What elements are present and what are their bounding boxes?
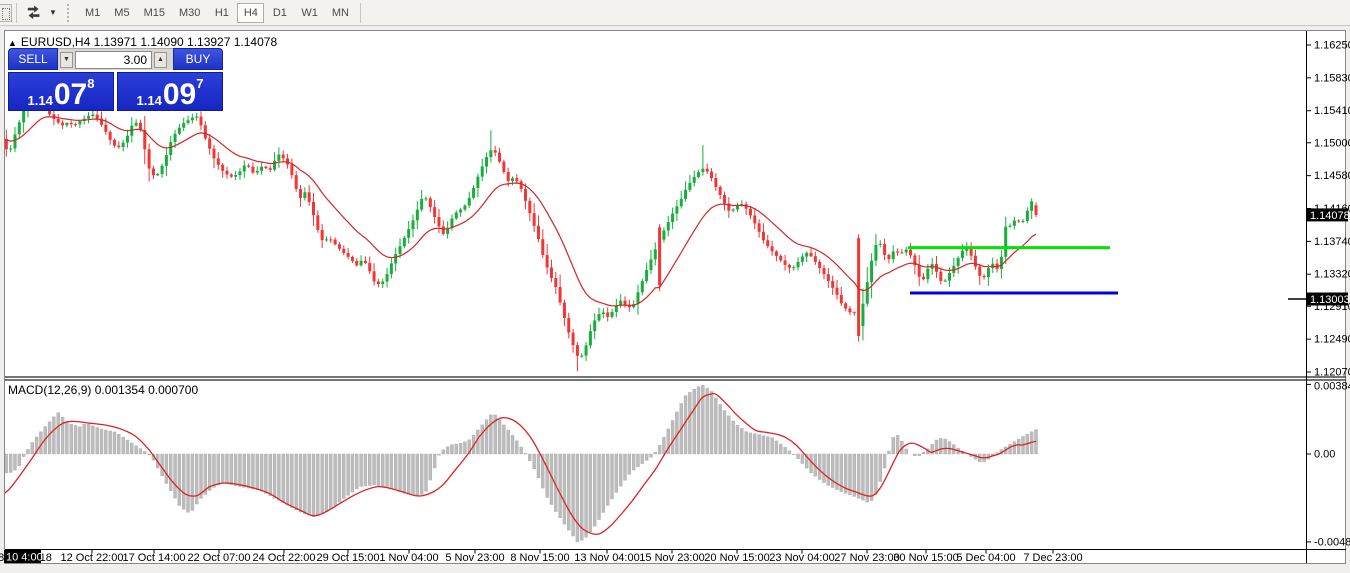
svg-text:13 Nov 04:00: 13 Nov 04:00 (574, 552, 639, 564)
moving-average-line (2, 117, 1036, 306)
svg-text:1.12490: 1.12490 (1314, 334, 1350, 346)
svg-text:1.12070: 1.12070 (1314, 367, 1350, 379)
svg-text:22 Oct 07:00: 22 Oct 07:00 (188, 552, 251, 564)
svg-text:20 Nov 15:00: 20 Nov 15:00 (704, 552, 769, 564)
svg-text:-0.004856: -0.004856 (1314, 536, 1350, 548)
svg-text:1.16250: 1.16250 (1314, 40, 1350, 52)
mt4-application: ▼ M1M5M15M30H1H4D1W1MN 1.162501.158301.1… (0, 0, 1350, 573)
macd-pane (0, 385, 1038, 542)
svg-text:1.15410: 1.15410 (1314, 105, 1350, 117)
svg-text:12 Oct 22:00: 12 Oct 22:00 (61, 552, 124, 564)
svg-text:10 4:00: 10 4:00 (6, 552, 43, 564)
macd-indicator-label: MACD(12,26,9) 0.001354 0.000700 (8, 383, 198, 397)
volume-decrease-button[interactable]: ▼ (60, 52, 73, 68)
volume-input[interactable] (75, 51, 152, 69)
time-badge: 10 4:00 (4, 550, 43, 564)
sell-price-sup: 8 (87, 76, 94, 91)
svg-text:27 Nov 23:00: 27 Nov 23:00 (834, 552, 899, 564)
volume-strip: ▼ ▲ (58, 48, 173, 70)
sell-button[interactable]: SELL (8, 48, 58, 70)
buy-price-box[interactable]: 1.14 09 7 (117, 72, 223, 111)
price-marker-badge: 1.13003 (1288, 293, 1350, 307)
svg-text:15 Nov 23:00: 15 Nov 23:00 (639, 552, 704, 564)
ohlc-text: EURUSD,H4 1.13971 1.14090 1.13927 1.1407… (21, 35, 277, 49)
svg-text:1.13003: 1.13003 (1310, 294, 1350, 306)
svg-text:29 Oct 15:00: 29 Oct 15:00 (317, 552, 380, 564)
svg-text:1.14078: 1.14078 (1310, 210, 1350, 222)
sell-price-prefix: 1.14 (28, 94, 53, 108)
current-price-badge: 1.14078 (1307, 208, 1350, 222)
buy-price-prefix: 1.14 (137, 94, 162, 108)
buy-price-big: 09 (163, 81, 196, 108)
svg-text:17 Oct 14:00: 17 Oct 14:00 (123, 552, 186, 564)
svg-text:0.003847: 0.003847 (1314, 381, 1350, 393)
trade-controls-row: SELL ▼ ▲ BUY (8, 48, 223, 70)
ohlc-header: ▲ EURUSD,H4 1.13971 1.14090 1.13927 1.140… (8, 35, 277, 49)
svg-text:1.13320: 1.13320 (1314, 269, 1350, 281)
price-pane (1, 84, 1119, 371)
svg-text:1.13740: 1.13740 (1314, 236, 1350, 248)
svg-text:5 Nov 23:00: 5 Nov 23:00 (445, 552, 504, 564)
svg-text:1 Nov 04:00: 1 Nov 04:00 (379, 552, 438, 564)
candles-layer (1, 84, 1038, 371)
svg-text:7 Dec 23:00: 7 Dec 23:00 (1023, 552, 1082, 564)
sell-price-big: 07 (54, 81, 87, 108)
one-click-trading-panel: SELL ▼ ▲ BUY 1.14 07 8 1.14 09 7 (8, 48, 223, 111)
expand-triangle-icon[interactable]: ▲ (8, 38, 17, 48)
svg-text:8 Nov 15:00: 8 Nov 15:00 (510, 552, 569, 564)
buy-button[interactable]: BUY (173, 48, 223, 70)
svg-text:30 Nov 15:00: 30 Nov 15:00 (893, 552, 958, 564)
buy-price-sup: 7 (196, 76, 203, 91)
bid-ask-display: 1.14 07 8 1.14 09 7 (8, 72, 223, 111)
svg-text:1.14580: 1.14580 (1314, 170, 1350, 182)
svg-text:1.15000: 1.15000 (1314, 137, 1350, 149)
volume-increase-button[interactable]: ▲ (154, 52, 167, 68)
macd-axis: 0.003847 0.00 -0.004856 (1306, 381, 1350, 549)
sell-price-box[interactable]: 1.14 07 8 (8, 72, 114, 111)
svg-text:24 Oct 22:00: 24 Oct 22:00 (253, 552, 316, 564)
svg-text:23 Nov 04:00: 23 Nov 04:00 (769, 552, 834, 564)
svg-text:0.00: 0.00 (1314, 449, 1335, 461)
svg-text:1.15830: 1.15830 (1314, 72, 1350, 84)
time-axis: 8 Oct 201812 Oct 22:0017 Oct 14:0022 Oct… (0, 550, 1083, 565)
svg-text:5 Dec 04:00: 5 Dec 04:00 (956, 552, 1015, 564)
